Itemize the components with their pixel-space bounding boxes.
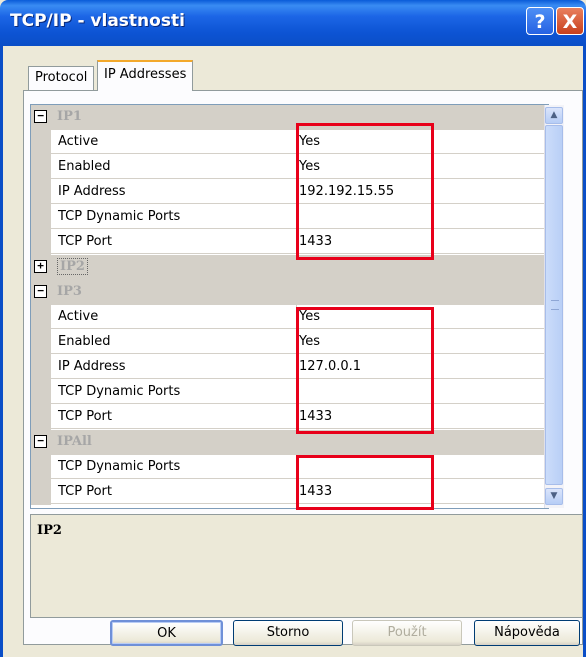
property-row[interactable]: TCP Dynamic Ports — [31, 380, 546, 405]
property-name: TCP Dynamic Ports — [51, 455, 297, 479]
property-name: TCP Port — [51, 480, 297, 504]
group-label: IP2 — [57, 258, 88, 275]
highlight-box-ipall — [296, 455, 434, 510]
property-name: TCP Port — [51, 230, 297, 254]
property-row[interactable]: TCP Dynamic Ports — [31, 205, 546, 230]
expand-icon[interactable]: + — [34, 260, 47, 273]
group-header-ip2[interactable]: + IP2 — [31, 255, 546, 280]
property-name: Active — [51, 130, 297, 154]
group-label: IPAll — [57, 434, 92, 449]
scroll-down-icon[interactable]: ▼ — [545, 488, 563, 505]
group-label: IP1 — [57, 109, 82, 124]
scroll-thumb[interactable] — [545, 125, 563, 485]
help-icon[interactable]: ? — [526, 7, 554, 35]
property-row[interactable]: Active Yes — [31, 305, 546, 330]
help-button[interactable]: Nápověda — [474, 620, 580, 646]
title-bar[interactable]: TCP/IP - vlastnosti ? X — [0, 0, 586, 46]
property-name: IP Address — [51, 355, 297, 379]
tab-protocol[interactable]: Protocol — [28, 66, 95, 90]
highlight-box-ip1 — [296, 123, 434, 260]
property-row[interactable]: TCP Dynamic Ports — [31, 455, 546, 480]
property-name: IP Address — [51, 180, 297, 204]
property-name: Enabled — [51, 330, 297, 354]
property-row[interactable]: Enabled Yes — [31, 330, 546, 355]
apply-button[interactable]: Použít — [352, 620, 462, 646]
vertical-scrollbar[interactable]: ▲ ▼ — [544, 105, 564, 508]
group-header-ip3[interactable]: − IP3 — [31, 280, 546, 305]
property-row[interactable]: IP Address 192.192.15.55 — [31, 180, 546, 205]
description-panel: IP2 — [30, 514, 583, 618]
scroll-up-icon[interactable]: ▲ — [545, 107, 563, 124]
highlight-box-ip3 — [296, 307, 434, 434]
ok-button[interactable]: OK — [110, 620, 223, 646]
property-name: Enabled — [51, 155, 297, 179]
collapse-icon[interactable]: − — [34, 435, 47, 448]
window-title: TCP/IP - vlastnosti — [10, 11, 185, 31]
group-header-ipall[interactable]: − IPAll — [31, 430, 546, 455]
property-row[interactable]: IP Address 127.0.0.1 — [31, 355, 546, 380]
group-header-ip1[interactable]: − IP1 — [31, 105, 546, 130]
property-row[interactable]: TCP Port 1433 — [31, 230, 546, 255]
property-row[interactable]: TCP Port 1433 — [31, 480, 546, 505]
collapse-icon[interactable]: − — [34, 110, 47, 123]
property-name: TCP Dynamic Ports — [51, 380, 297, 404]
cancel-button[interactable]: Storno — [233, 620, 343, 646]
property-row[interactable]: Active Yes — [31, 130, 546, 155]
close-icon[interactable]: X — [556, 7, 584, 35]
description-title: IP2 — [37, 523, 62, 538]
property-row[interactable]: Enabled Yes — [31, 155, 546, 180]
property-row[interactable]: TCP Port 1433 — [31, 405, 546, 430]
property-grid[interactable]: − IP1 Active Yes Enabled Yes IP Address 192… — [30, 104, 549, 509]
collapse-icon[interactable]: − — [34, 285, 47, 298]
property-name: TCP Port — [51, 405, 297, 429]
property-name: TCP Dynamic Ports — [51, 205, 297, 229]
group-label: IP3 — [57, 284, 82, 299]
property-name: Active — [51, 305, 297, 329]
tab-ip-addresses[interactable]: IP Addresses — [97, 60, 194, 91]
